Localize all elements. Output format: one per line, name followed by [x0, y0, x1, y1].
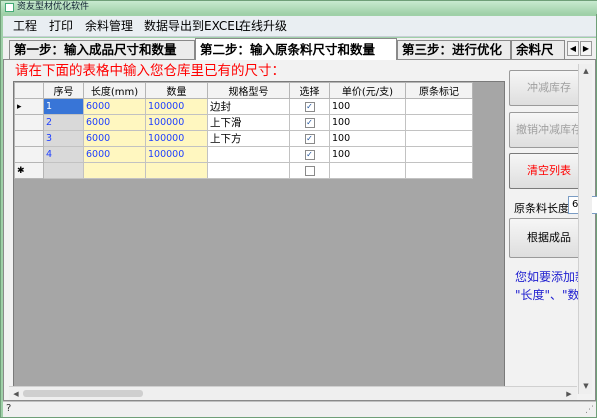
cell-mark[interactable]: [405, 162, 473, 179]
scroll-right-icon[interactable]: ▶: [563, 388, 575, 400]
cell-price[interactable]: 100: [329, 98, 406, 115]
row-header-corner: [14, 82, 44, 99]
select-checkbox[interactable]: ✓: [304, 117, 315, 128]
menu-bar: 工程 打印 余料管理 数据导出到EXCEL 在线升级: [3, 16, 596, 37]
app-icon: [5, 3, 14, 12]
tab-remnant[interactable]: 余料尺: [511, 40, 565, 59]
cell-spec[interactable]: 上下滑: [207, 114, 290, 131]
column-header-seq[interactable]: 序号: [43, 82, 84, 99]
horizontal-scrollbar[interactable]: ◀ ▶: [9, 386, 577, 400]
column-header-spec[interactable]: 规格型号: [207, 82, 290, 99]
cell-mark[interactable]: [405, 130, 473, 147]
stock-table: 序号 长度(mm) 数量 规格型号 选择 单价(元/支) 原条标记 ▸ 1 60…: [14, 82, 473, 179]
cell-price[interactable]: 100: [329, 146, 406, 163]
menu-project[interactable]: 工程: [13, 19, 37, 34]
vertical-scrollbar[interactable]: ▲ ▼: [578, 64, 592, 394]
hint-line-2: "长度"、"数: [515, 288, 580, 302]
scroll-down-icon[interactable]: ▼: [580, 380, 592, 392]
scroll-up-icon[interactable]: ▲: [580, 65, 592, 77]
cell-select[interactable]: ✓: [289, 114, 330, 131]
cell-length[interactable]: 6000: [83, 130, 146, 147]
row-indicator[interactable]: [14, 146, 44, 163]
hint-text: 您如要添加新 "长度"、"数: [515, 268, 587, 304]
table-new-row: ✱: [14, 162, 473, 179]
cell-spec[interactable]: 上下方: [207, 130, 290, 147]
cell-mark[interactable]: [405, 146, 473, 163]
menu-export-excel[interactable]: 数据导出到EXCEL: [144, 19, 242, 34]
by-product-button[interactable]: 根据成品: [509, 218, 589, 258]
cell-length[interactable]: 6000: [83, 146, 146, 163]
cell-select[interactable]: ✓: [289, 98, 330, 115]
cell-qty[interactable]: 100000: [145, 114, 208, 131]
table-header-row: 序号 长度(mm) 数量 规格型号 选择 单价(元/支) 原条标记: [14, 82, 473, 99]
cell-seq[interactable]: 1: [43, 98, 84, 115]
hint-line-1: 您如要添加新: [515, 270, 588, 284]
deduct-stock-button[interactable]: 冲减库存: [509, 70, 589, 106]
column-header-length[interactable]: 长度(mm): [83, 82, 146, 99]
resize-grip-icon[interactable]: ⋰: [582, 404, 594, 416]
tab-panel: 请在下面的表格中输入您仓库里已有的尺寸： 序号 长度(mm) 数量 规格型号 选…: [3, 59, 597, 401]
tab-step2[interactable]: 第二步：输入原条料尺寸和数量: [195, 38, 397, 60]
menu-print[interactable]: 打印: [49, 19, 73, 34]
column-header-select[interactable]: 选择: [289, 82, 330, 99]
tab-step3[interactable]: 第三步：进行优化: [397, 40, 511, 59]
table-row: 4 6000 100000 ✓ 100: [14, 146, 473, 163]
undo-deduct-button[interactable]: 撤销冲减库存: [509, 112, 589, 148]
cell-price[interactable]: 100: [329, 114, 406, 131]
cell-length[interactable]: 6000: [83, 98, 146, 115]
select-checkbox[interactable]: ✓: [304, 133, 315, 144]
tab-scroll-left-icon[interactable]: ◀: [567, 41, 579, 56]
cell-spec[interactable]: [207, 146, 290, 163]
table-row: 3 6000 100000 上下方 ✓ 100: [14, 130, 473, 147]
row-indicator-icon[interactable]: ▸: [14, 98, 44, 115]
cell-qty[interactable]: [145, 162, 208, 179]
scroll-left-icon[interactable]: ◀: [10, 388, 22, 400]
cell-seq[interactable]: 2: [43, 114, 84, 131]
clear-list-button[interactable]: 清空列表: [509, 153, 589, 189]
cell-qty[interactable]: 100000: [145, 146, 208, 163]
cell-price[interactable]: 100: [329, 130, 406, 147]
tab-strip: 第一步：输入成品尺寸和数量 第二步：输入原条料尺寸和数量 第三步：进行优化 余料…: [3, 38, 596, 60]
cell-spec[interactable]: [207, 162, 290, 179]
horizontal-scroll-thumb[interactable]: [23, 390, 143, 397]
cell-select[interactable]: [289, 162, 330, 179]
select-checkbox[interactable]: ✓: [304, 149, 315, 160]
cell-length[interactable]: [83, 162, 146, 179]
stock-grid[interactable]: 序号 长度(mm) 数量 规格型号 选择 单价(元/支) 原条标记 ▸ 1 60…: [13, 81, 505, 392]
tab-scroll-right-icon[interactable]: ▶: [580, 41, 592, 56]
status-text: ?: [6, 403, 12, 414]
length-label: 原条料长度: [514, 202, 569, 215]
select-checkbox-empty[interactable]: [304, 165, 315, 176]
cell-qty[interactable]: 100000: [145, 98, 208, 115]
cell-seq[interactable]: 4: [43, 146, 84, 163]
status-bar: ? ⋰: [3, 401, 596, 417]
row-indicator[interactable]: [14, 130, 44, 147]
title-bar: 资友型材优化软件: [1, 1, 597, 14]
cell-price[interactable]: [329, 162, 406, 179]
cell-length[interactable]: 6000: [83, 114, 146, 131]
column-header-mark[interactable]: 原条标记: [405, 82, 473, 99]
select-checkbox[interactable]: ✓: [304, 101, 315, 112]
row-indicator[interactable]: [14, 114, 44, 131]
cell-seq[interactable]: [43, 162, 84, 179]
app-window: 资友型材优化软件 工程 打印 余料管理 数据导出到EXCEL 在线升级 第一步：…: [0, 0, 597, 418]
instruction-text: 请在下面的表格中输入您仓库里已有的尺寸：: [15, 63, 285, 79]
table-row: ▸ 1 6000 100000 边封 ✓ 100: [14, 98, 473, 115]
cell-qty[interactable]: 100000: [145, 130, 208, 147]
column-header-price[interactable]: 单价(元/支): [329, 82, 406, 99]
window-title: 资友型材优化软件: [17, 2, 90, 12]
table-row: 2 6000 100000 上下滑 ✓ 100: [14, 114, 473, 131]
menu-remnant-management[interactable]: 余料管理: [85, 19, 133, 34]
cell-mark[interactable]: [405, 98, 473, 115]
cell-mark[interactable]: [405, 114, 473, 131]
column-header-qty[interactable]: 数量: [145, 82, 208, 99]
cell-spec[interactable]: 边封: [207, 98, 290, 115]
menu-online-upgrade[interactable]: 在线升级: [239, 19, 287, 34]
new-row-icon[interactable]: ✱: [14, 162, 44, 179]
cell-select[interactable]: ✓: [289, 130, 330, 147]
cell-seq[interactable]: 3: [43, 130, 84, 147]
tab-step1[interactable]: 第一步：输入成品尺寸和数量: [9, 40, 195, 59]
cell-select[interactable]: ✓: [289, 146, 330, 163]
